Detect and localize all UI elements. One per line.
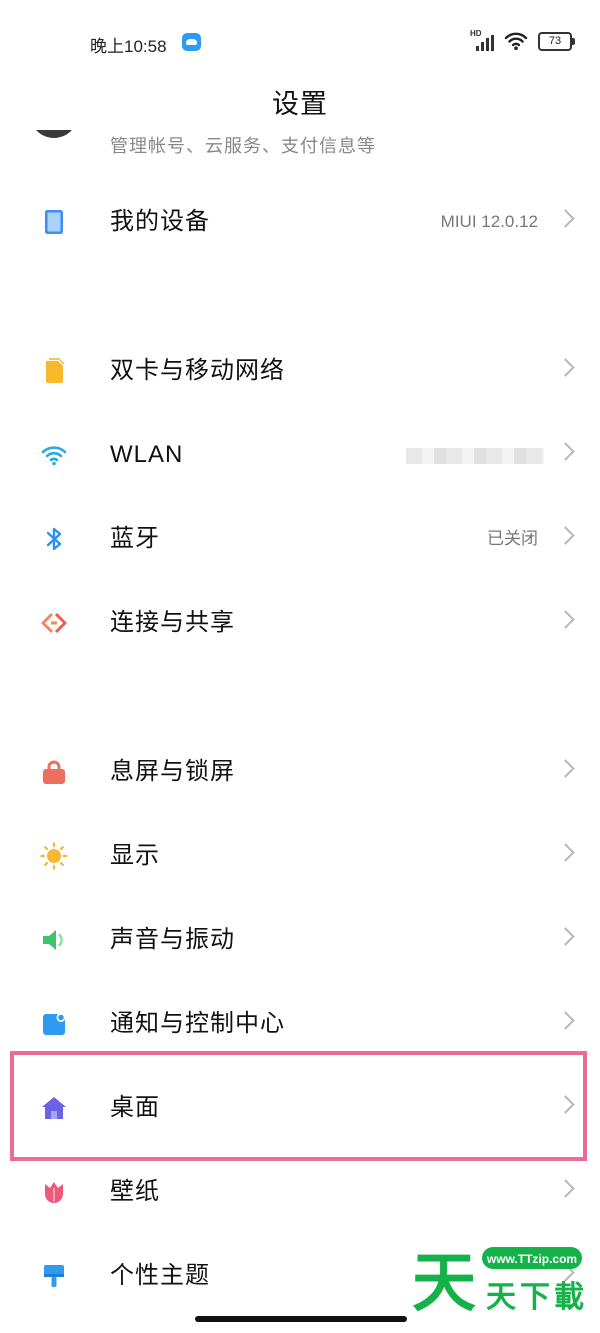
svg-text:天下載: 天下載 xyxy=(486,1280,588,1315)
bluetooth-icon xyxy=(46,527,62,551)
avatar xyxy=(30,130,78,138)
row-label: WLAN xyxy=(110,441,184,468)
chevron-right-icon xyxy=(556,759,575,778)
settings-row-connection-share[interactable]: 连接与共享 xyxy=(0,581,600,665)
signal-icon: HD xyxy=(470,29,494,51)
watermark-logo: 天 www.TTzip.com 天下載 xyxy=(412,1247,588,1319)
row-label: 我的设备 xyxy=(110,208,210,235)
chevron-right-icon xyxy=(556,209,575,228)
row-label: 连接与共享 xyxy=(110,609,235,636)
row-label: 蓝牙 xyxy=(110,525,160,552)
wifi-icon xyxy=(41,446,67,466)
settings-row-sound-vibration[interactable]: 声音与振动 xyxy=(0,898,600,982)
settings-row-display[interactable]: 显示 xyxy=(0,814,600,898)
chevron-right-icon xyxy=(556,1011,575,1030)
settings-row-bluetooth[interactable]: 蓝牙 已关闭 xyxy=(0,497,600,581)
sun-icon xyxy=(40,842,68,870)
paint-brush-icon xyxy=(44,1265,64,1287)
settings-row-wallpaper[interactable]: 壁纸 xyxy=(0,1150,600,1234)
notification-icon xyxy=(43,1013,66,1035)
sim-card-icon xyxy=(46,358,65,383)
row-label: 显示 xyxy=(110,842,160,869)
status-bar: 晚上10:58 HD 73 xyxy=(0,0,600,80)
svg-text:www.TTzip.com: www.TTzip.com xyxy=(486,1252,577,1266)
row-value: 已关闭 xyxy=(487,529,538,548)
chevron-right-icon xyxy=(556,442,575,461)
status-time: 晚上10:58 xyxy=(90,37,167,56)
wifi-network-name-redacted xyxy=(406,448,544,464)
lock-icon xyxy=(43,760,65,784)
account-row[interactable]: 管理帐号、云服务、支付信息等 xyxy=(0,130,600,156)
highlight-box xyxy=(10,1051,587,1161)
wifi-status-icon xyxy=(504,32,528,50)
svg-text:天: 天 xyxy=(412,1247,476,1319)
row-label: 双卡与移动网络 xyxy=(110,357,285,384)
chevron-right-icon xyxy=(556,358,575,377)
home-indicator[interactable] xyxy=(195,1316,407,1322)
cloud-icon xyxy=(182,33,201,51)
row-label: 壁纸 xyxy=(110,1178,160,1205)
row-label: 息屏与锁屏 xyxy=(110,758,235,785)
account-subtitle: 管理帐号、云服务、支付信息等 xyxy=(110,136,376,156)
chevron-right-icon xyxy=(556,526,575,545)
tulip-icon xyxy=(45,1182,63,1203)
settings-row-wlan[interactable]: WLAN xyxy=(0,413,600,497)
settings-row-my-device[interactable]: 我的设备 MIUI 12.0.12 xyxy=(0,180,600,264)
page-title: 设置 xyxy=(272,89,328,119)
chevron-right-icon xyxy=(556,927,575,946)
chevron-right-icon xyxy=(556,843,575,862)
battery-icon: 73 xyxy=(538,31,575,51)
connection-share-icon xyxy=(41,612,67,634)
row-label: 个性主题 xyxy=(110,1262,210,1289)
chevron-right-icon xyxy=(556,1179,575,1198)
settings-row-sim-network[interactable]: 双卡与移动网络 xyxy=(0,329,600,413)
status-right-group: HD 73 xyxy=(470,29,575,52)
settings-row-lock-screen[interactable]: 息屏与锁屏 xyxy=(0,730,600,814)
row-label: 声音与振动 xyxy=(110,926,235,953)
chevron-right-icon xyxy=(556,610,575,629)
speaker-icon xyxy=(43,930,63,950)
row-value: MIUI 12.0.12 xyxy=(440,212,538,231)
tablet-icon xyxy=(45,210,63,234)
